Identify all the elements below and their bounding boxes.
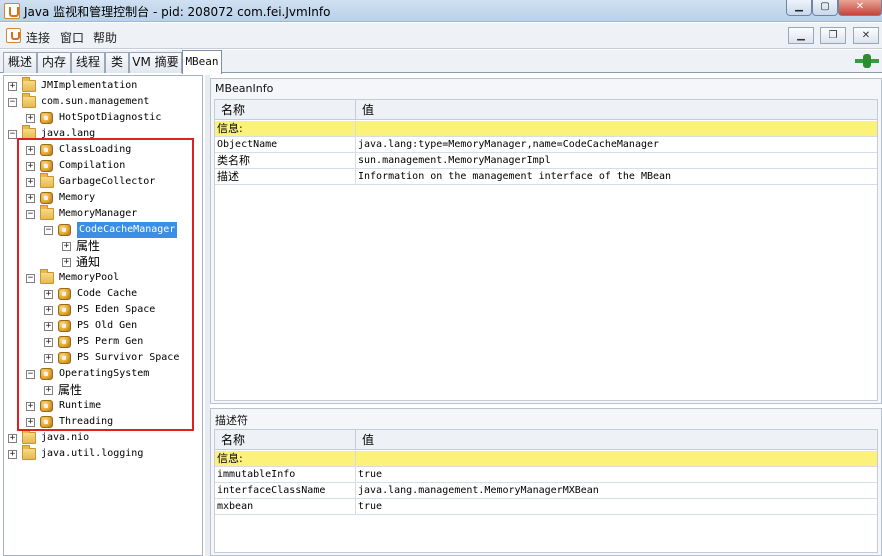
expand-icon[interactable]: + (8, 434, 17, 443)
row-name: 类名称 (215, 153, 356, 169)
row-name: 描述 (215, 169, 356, 185)
tree-node-label: java.util.logging (41, 448, 144, 459)
group-label: 信息: (215, 121, 356, 137)
tree-node-label: JMImplementation (41, 80, 138, 91)
menu-help[interactable]: 帮助 (93, 29, 117, 46)
folder-icon (22, 77, 36, 92)
menu-connection[interactable]: 连接 (26, 29, 50, 46)
tree-node-label: java.nio (41, 432, 90, 443)
inner-minimize-button[interactable]: ▁ (788, 27, 814, 44)
tab-bar: 概述 内存 线程 类 VM 摘要 MBean (0, 50, 882, 74)
mbean-info-title: MBeanInfo (215, 82, 274, 95)
group-row[interactable]: 信息: (215, 451, 877, 467)
row-value: true (358, 469, 383, 480)
folder-icon (22, 429, 36, 444)
row-name: interfaceClassName (215, 483, 356, 499)
highlight-box (17, 138, 194, 431)
table-row[interactable]: interfaceClassName java.lang.management.M… (215, 483, 877, 499)
tab-vm-summary[interactable]: VM 摘要 (129, 52, 182, 73)
descriptor-title: 描述符 (215, 414, 248, 427)
header-name[interactable]: 名称 (215, 430, 356, 450)
tab-overview[interactable]: 概述 (3, 52, 37, 73)
menu-bar: 连接 窗口 帮助 ▁ ❐ ✕ (0, 23, 882, 49)
row-value: sun.management.MemoryManagerImpl (358, 155, 551, 166)
group-label: 信息: (215, 451, 356, 467)
table-row[interactable]: ObjectName java.lang:type=MemoryManager,n… (215, 137, 877, 153)
group-value (356, 121, 877, 137)
collapse-icon[interactable]: − (8, 130, 17, 139)
table-row[interactable]: mxbean true (215, 499, 877, 515)
folder-icon (22, 445, 36, 460)
group-row[interactable]: 信息: (215, 121, 877, 137)
expand-icon[interactable]: + (8, 450, 17, 459)
java-doc-icon (6, 28, 21, 43)
row-value: java.lang:type=MemoryManager,name=CodeCa… (358, 139, 660, 150)
descriptor-section: 描述符 名称 值 信息: immutableInfo true interfaceC… (210, 408, 882, 556)
inner-close-button[interactable]: ✕ (853, 27, 879, 44)
mbean-info-table[interactable]: 名称 值 信息: ObjectName java.lang:type=Memory… (214, 99, 878, 401)
row-value: Information on the management interface … (358, 171, 672, 182)
tab-threads[interactable]: 线程 (71, 52, 105, 73)
close-button[interactable]: ✕ (838, 0, 882, 16)
tab-classes[interactable]: 类 (105, 52, 129, 73)
row-value: true (358, 501, 383, 512)
header-name[interactable]: 名称 (215, 100, 356, 120)
tab-memory[interactable]: 内存 (37, 52, 71, 73)
tree-node-label: com.sun.management (41, 96, 150, 107)
expand-icon[interactable]: + (8, 82, 17, 91)
minimize-button[interactable]: ▁ (786, 0, 812, 16)
inner-restore-button[interactable]: ❐ (820, 27, 846, 44)
header-value[interactable]: 值 (356, 430, 877, 450)
java-app-icon (4, 3, 20, 19)
bean-icon (40, 112, 53, 124)
expand-icon[interactable]: + (26, 114, 35, 123)
row-name: mxbean (215, 499, 356, 515)
row-value: java.lang.management.MemoryManagerMXBean (358, 485, 599, 496)
window-title: Java 监视和管理控制台 - pid: 208072 com.fei.JvmI… (24, 5, 331, 19)
table-row[interactable]: 描述 Information on the management interfac… (215, 169, 877, 185)
table-header: 名称 值 (215, 430, 877, 450)
detail-panel: MBeanInfo 名称 值 信息: ObjectName java.lang:t… (210, 75, 882, 556)
descriptor-table[interactable]: 名称 值 信息: immutableInfo true interfaceClass… (214, 429, 878, 553)
tree-node-label: HotSpotDiagnostic (59, 112, 162, 123)
mbean-info-section: MBeanInfo 名称 值 信息: ObjectName java.lang:t… (210, 78, 882, 404)
title-bar: Java 监视和管理控制台 - pid: 208072 com.fei.JvmI… (0, 0, 882, 22)
connection-plug-icon[interactable] (855, 54, 879, 68)
group-value (356, 451, 877, 467)
maximize-button[interactable]: ▢ (812, 0, 838, 16)
folder-icon (22, 93, 36, 108)
table-row[interactable]: immutableInfo true (215, 467, 877, 483)
table-header: 名称 值 (215, 100, 877, 120)
header-value[interactable]: 值 (356, 100, 877, 120)
tab-mbean[interactable]: MBean (182, 50, 222, 74)
table-row[interactable]: 类名称 sun.management.MemoryManagerImpl (215, 153, 877, 169)
menu-window[interactable]: 窗口 (60, 29, 84, 46)
collapse-icon[interactable]: − (8, 98, 17, 107)
row-name: ObjectName (215, 137, 356, 153)
row-name: immutableInfo (215, 467, 356, 483)
